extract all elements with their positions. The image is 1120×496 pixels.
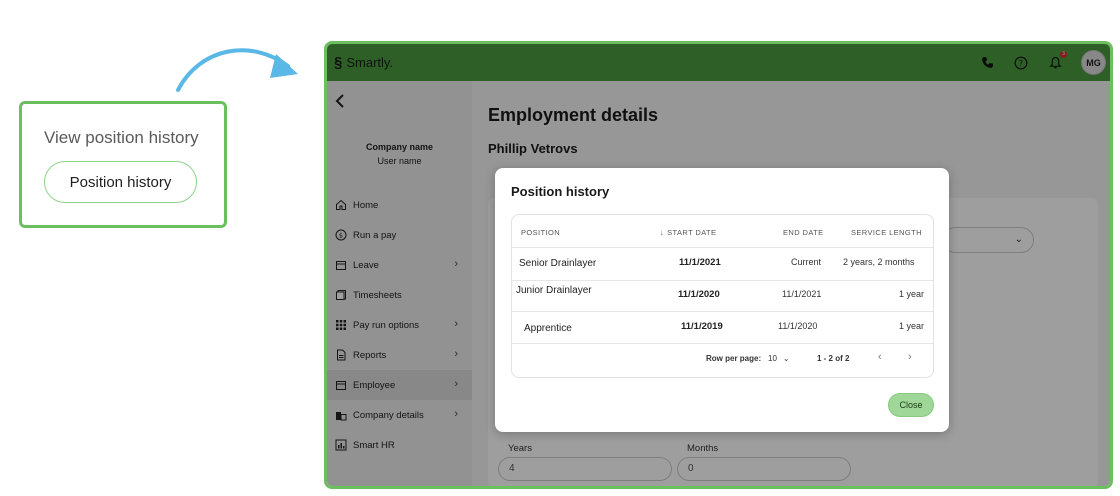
column-header-start-date[interactable]: ↓ START DATE [660,228,716,237]
pagination-range: 1 - 2 of 2 [817,354,850,363]
row-2-start: 11/1/2020 [678,289,720,300]
column-header-position[interactable]: POSITION [521,228,560,237]
next-page-icon[interactable]: › [908,351,912,363]
row-1-end: Current [791,257,822,267]
column-header-label: START DATE [667,228,717,237]
rows-per-page-value: 10 [768,354,777,363]
divider [512,247,933,248]
column-header-end-date[interactable]: END DATE [783,228,824,237]
rows-per-page-select[interactable]: 10 ⌄ [768,354,790,363]
rows-per-page-label: Row per page: [706,354,762,363]
app-window: § Smartly. ? 3 MG Company name User name [324,41,1113,489]
row-2-length: 1 year [899,289,925,299]
row-1-start: 11/1/2021 [679,257,721,268]
divider [512,311,933,312]
position-history-button[interactable]: Position history [44,161,197,203]
row-1-position: Senior Drainlayer [519,258,597,269]
row-3-length: 1 year [899,321,925,331]
divider [512,343,933,344]
sort-arrow-down-icon: ↓ [660,228,665,237]
modal-title: Position history [511,184,610,199]
row-2-position: Junior Drainlayer [516,285,592,296]
prev-page-icon[interactable]: ‹ [878,351,882,363]
chevron-down-icon: ⌄ [782,354,790,363]
row-2-end: 11/1/2021 [782,289,822,299]
row-3-position: Apprentice [524,323,572,334]
column-header-service-length[interactable]: SERVICE LENGTH [851,228,922,237]
pointer-arrow-icon [176,48,298,92]
row-3-end: 11/1/2020 [778,321,818,331]
close-button[interactable]: Close [888,393,934,417]
callout-box: View position history Position history [19,101,227,228]
position-history-table: POSITION ↓ START DATE END DATE SERVICE L… [511,214,934,378]
callout-title: View position history [44,128,199,147]
divider [512,280,933,281]
row-1-length: 2 years, 2 months [843,257,915,267]
position-history-modal: Position history POSITION ↓ START DATE E… [495,168,949,432]
row-3-start: 11/1/2019 [681,321,723,332]
